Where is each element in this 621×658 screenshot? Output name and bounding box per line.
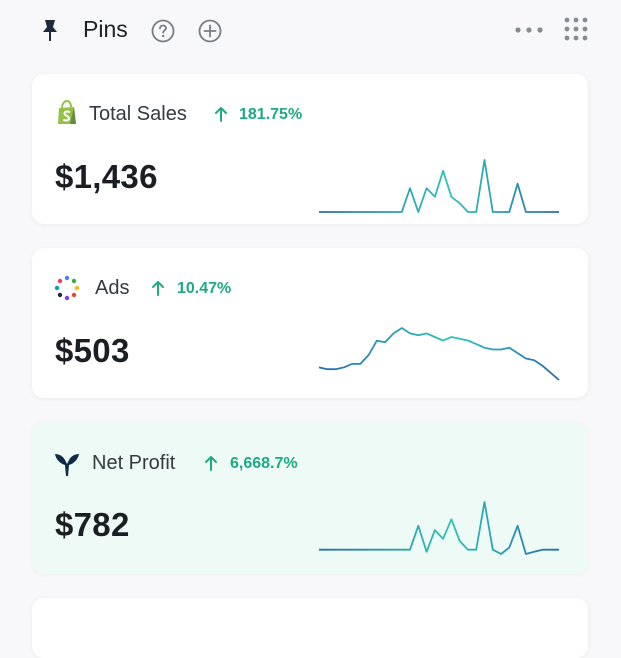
metric-card-ads[interactable]: Ads 10.47% $503 (32, 248, 588, 398)
arrow-up-icon (152, 281, 164, 296)
triple-whale-icon (55, 454, 79, 476)
pin-icon[interactable] (40, 18, 60, 42)
sparkline (319, 501, 559, 555)
metric-label: Ads (95, 277, 130, 299)
grid-icon[interactable] (563, 16, 589, 42)
arrow-up-icon (215, 107, 227, 122)
metric-value: $1,436 (55, 158, 158, 195)
metric-label: Total Sales (89, 103, 187, 125)
shopify-icon (58, 100, 76, 124)
metric-value: $782 (55, 506, 130, 543)
sparkline-path (319, 501, 559, 555)
metric-value: $503 (55, 332, 130, 369)
change-percentage: 6,668.7% (230, 455, 298, 472)
page-title: Pins (83, 16, 128, 42)
metric-card-next[interactable] (32, 598, 588, 658)
add-icon[interactable] (198, 19, 222, 43)
change-percentage: 10.47% (177, 280, 232, 297)
sparkline (319, 159, 559, 213)
help-icon[interactable] (151, 19, 175, 43)
sparkline-path (318, 327, 560, 381)
metric-label: Net Profit (92, 452, 176, 474)
more-icon[interactable] (514, 25, 544, 35)
arrow-up-icon (205, 456, 217, 471)
sparkline (318, 327, 560, 381)
pins-header: Pins (0, 0, 621, 62)
sparkline-path (319, 159, 559, 213)
metric-card-total-sales[interactable]: Total Sales 181.75% $1,436 (32, 74, 588, 224)
metric-card-net-profit[interactable]: Net Profit 6,668.7% $782 (32, 422, 588, 574)
ads-dots-icon (54, 275, 80, 301)
change-percentage: 181.75% (239, 106, 303, 123)
